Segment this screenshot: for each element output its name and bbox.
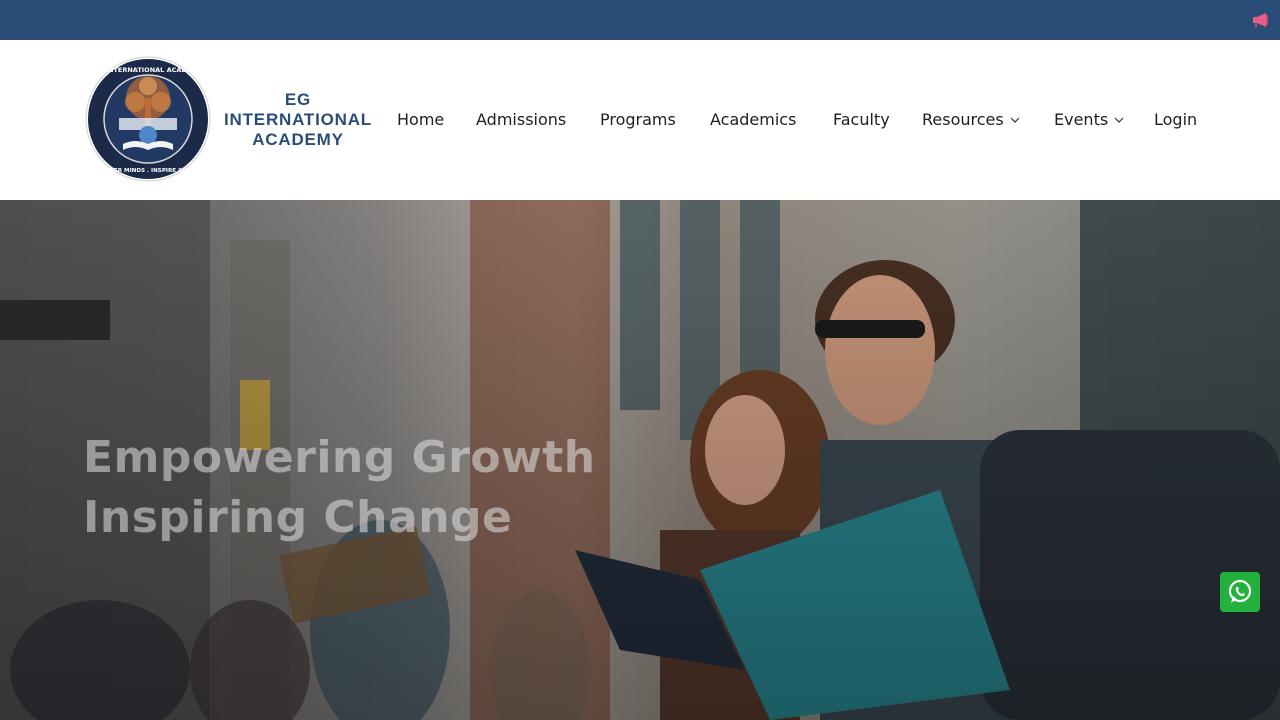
top-announcement-bar — [0, 0, 1280, 40]
nav-item-label: Admissions — [476, 110, 567, 129]
nav-item-resources[interactable]: Resources — [922, 109, 1020, 131]
nav-item-label: Resources — [922, 110, 1004, 129]
megaphone-icon[interactable] — [1252, 11, 1270, 29]
whatsapp-button[interactable] — [1220, 572, 1260, 612]
nav-item-label: Programs — [600, 110, 676, 129]
nav-item-events[interactable]: Events — [1054, 109, 1124, 131]
hero-title-line2: Inspiring Change — [83, 492, 513, 543]
nav-item-label: Faculty — [833, 110, 890, 129]
nav-item-login[interactable]: Login — [1154, 109, 1197, 131]
nav-item-admissions[interactable]: Admissions — [476, 109, 566, 131]
whatsapp-icon — [1228, 579, 1252, 603]
hero-title: Empowering Growth Inspiring Change — [83, 428, 643, 548]
nav-item-label: Academics — [710, 110, 797, 129]
nav-item-label: Events — [1054, 110, 1109, 129]
hero-title-line1: Empowering Growth — [83, 432, 596, 483]
nav-item-faculty[interactable]: Faculty — [833, 109, 890, 131]
hero-section: Empowering Growth Inspiring Change — [0, 200, 1280, 720]
site-header: EG INTERNATIONAL ACADEMY EMPOWER MINDS .… — [0, 40, 1280, 200]
nav-item-programs[interactable]: Programs — [600, 109, 676, 131]
chevron-down-icon — [1010, 117, 1020, 123]
nav-item-label: Login — [1154, 110, 1198, 129]
chevron-down-icon — [1114, 117, 1124, 123]
nav-item-academics[interactable]: Academics — [710, 109, 796, 131]
nav-item-label: Home — [397, 110, 445, 129]
nav-item-home[interactable]: Home — [397, 109, 444, 131]
main-navigation: Home Admissions Programs Academics Facul… — [0, 40, 1280, 200]
